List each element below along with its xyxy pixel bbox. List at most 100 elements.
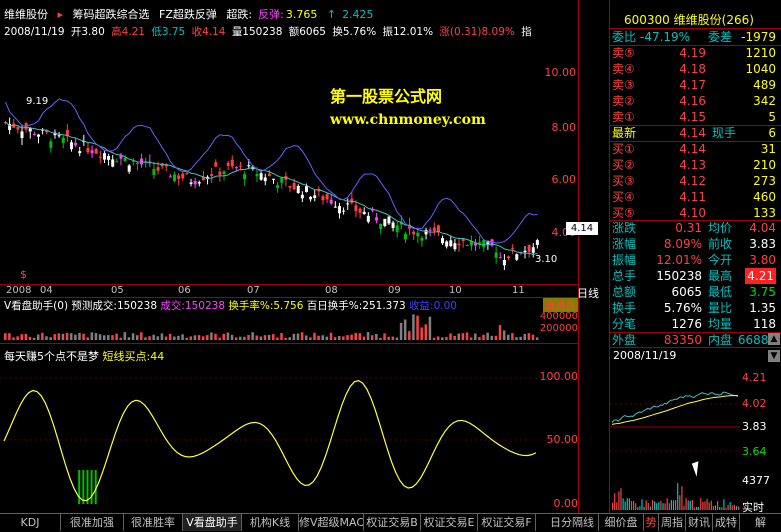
latest-label: 最新 (612, 126, 637, 140)
minute-chart[interactable] (610, 363, 740, 513)
sell-label: 卖③ (612, 78, 635, 92)
quote-number: (266) (721, 13, 754, 27)
stat-label: 分笔 (612, 317, 637, 331)
buy-volume: 273 (753, 174, 776, 188)
buy-row: 买② 4.13 210 (612, 157, 780, 173)
vol-tick-400000: 400000 (539, 311, 578, 322)
tab-zhouzhi[interactable]: 周指 (659, 514, 686, 531)
volume-forecast: 预测成交:150238 (71, 300, 158, 312)
stat-label: 换手 (612, 301, 637, 315)
x-label-08: 08 (325, 285, 338, 296)
watermark-title: 第一股票公式网 (330, 87, 443, 106)
buy-label: 买① (612, 142, 635, 156)
sell-volume: 489 (753, 78, 776, 92)
min-tick-364: 3.64 (742, 445, 767, 458)
up-arrow-icon: ↑ (326, 8, 337, 21)
tab-detail[interactable]: 细价盘 (599, 514, 644, 531)
period-label[interactable]: 日线 (577, 285, 599, 301)
tab-henzhun-shenglv[interactable]: 很准胜率 (124, 514, 183, 531)
hundred-day-turnover: 百日换手%:251.373 (306, 300, 406, 312)
stat-label-2: 量比 (708, 301, 733, 315)
min-tick-402: 4.02 (742, 397, 767, 410)
formula-title: 筹码超跌综合选 (72, 8, 150, 21)
stat-label-2: 均价 (708, 221, 733, 235)
indicator-chart (0, 377, 578, 504)
buy-price: 4.10 (679, 206, 706, 220)
stock-name: 维维股份 (4, 8, 48, 21)
tab-warrant-b[interactable]: 权证交易B (364, 514, 421, 531)
indicator-line-value: 44 (150, 350, 165, 363)
low-annotation: 3.10 (535, 254, 558, 265)
ind-tick-50: 50.00 (546, 433, 579, 446)
profit-value: 收益:0.00 (409, 300, 457, 312)
tab-chengte[interactable]: 成特 (713, 514, 740, 531)
weibi-label: 委比 (612, 30, 637, 44)
quote-stock-name: 维维股份 (673, 13, 722, 27)
volume-bars (4, 314, 539, 340)
x-label-11: 11 (512, 285, 525, 296)
waipan-value: 83350 (663, 333, 702, 347)
stat-value-2: 4.21 (745, 268, 776, 284)
stat-value: 1276 (671, 317, 702, 331)
buy-volume: 210 (753, 158, 776, 172)
minute-top-line (610, 347, 781, 348)
axis-divider (578, 0, 579, 531)
indicator-panel-top (0, 343, 578, 344)
ohlc-info-bar: 2008/11/19 开3.80 高4.21 低3.75 收4.14 量1502… (4, 24, 582, 38)
waipan-row: 外盘 83350 内盘 66888 (612, 332, 780, 348)
stat-row: 换手 5.76% 量比 1.35 (612, 300, 780, 316)
sell-label: 卖① (612, 110, 635, 124)
info-turnover: 换5.76% (332, 26, 377, 38)
x-label-07: 07 (247, 285, 260, 296)
stat-row: 涨幅 8.09% 前收 3.83 (612, 236, 780, 252)
realtime-label[interactable]: 实时 (742, 499, 764, 515)
stat-value: 8.09% (663, 237, 702, 251)
watermark-url: www.chnmoney.com (330, 112, 486, 128)
scroll-down-icon[interactable]: ▼ (768, 350, 780, 362)
stat-label: 总额 (612, 285, 637, 299)
sell-volume: 5 (768, 110, 776, 124)
waipan-label: 外盘 (612, 333, 637, 347)
scroll-up-icon[interactable]: ▲ (768, 333, 780, 345)
latest-price: 4.14 (679, 126, 706, 140)
turnover-rate: 换手率%:5.756 (228, 300, 304, 312)
stat-label-2: 最高 (708, 269, 733, 283)
indicator-line-label: 短线买点: (102, 350, 151, 363)
tab-warrant-e[interactable]: 权证交易E (421, 514, 478, 531)
info-amount: 额6065 (288, 26, 326, 38)
tab-warrant-f[interactable]: 权证交易F (478, 514, 536, 531)
tab-jie[interactable]: 解 (740, 514, 781, 531)
min-vol-tick: 4377 (742, 474, 770, 487)
main-chart-area[interactable]: 维维股份 ▸ 筹码超跌综合选 FZ超跌反弹 超跌: 反弹: 3.765 ↑ 2.425… (0, 0, 578, 296)
tab-kdj[interactable]: KDJ (0, 514, 61, 531)
buy-price: 4.11 (679, 190, 706, 204)
buy-label: 买④ (612, 190, 635, 204)
sell-volume: 1040 (745, 62, 776, 76)
stat-label-2: 前收 (708, 237, 733, 251)
tab-v-kanpan[interactable]: V看盘助手 (183, 514, 242, 531)
buy-row: 买④ 4.11 460 (612, 189, 780, 205)
dollar-marker-icon: $ (20, 268, 27, 281)
volume-panel-title: V看盘助手(0) (4, 300, 69, 312)
info-open: 开3.80 (70, 26, 105, 38)
tab-caixun[interactable]: 财讯 (686, 514, 713, 531)
down-arrow-icon: ▸ (57, 8, 64, 21)
tab-day-separator[interactable]: 日分隔线 (546, 514, 599, 531)
stat-value-2: 4.04 (749, 221, 776, 235)
x-label-09: 09 (388, 285, 401, 296)
tab-shi[interactable]: 势 (644, 514, 659, 531)
tab-henzhun-jiaqiang[interactable]: 很准加强 (61, 514, 124, 531)
tab-jigou-kline[interactable]: 机构K线 (242, 514, 299, 531)
tab-super-macd[interactable]: 修V超级MACD (299, 514, 364, 531)
xianshou-label: 现手 (712, 126, 737, 140)
stat-value-2: 3.83 (749, 237, 776, 251)
buy-volume: 133 (753, 206, 776, 220)
arrow-value: 2.425 (342, 8, 374, 21)
x-label-05: 05 (111, 285, 124, 296)
candlestick-chart[interactable] (0, 40, 578, 286)
stat-value-2: 3.80 (749, 253, 776, 267)
sell-price: 4.18 (679, 62, 706, 76)
sell-label: 卖② (612, 94, 635, 108)
stat-label-2: 最低 (708, 285, 733, 299)
min-tick-383: 3.83 (742, 420, 767, 433)
